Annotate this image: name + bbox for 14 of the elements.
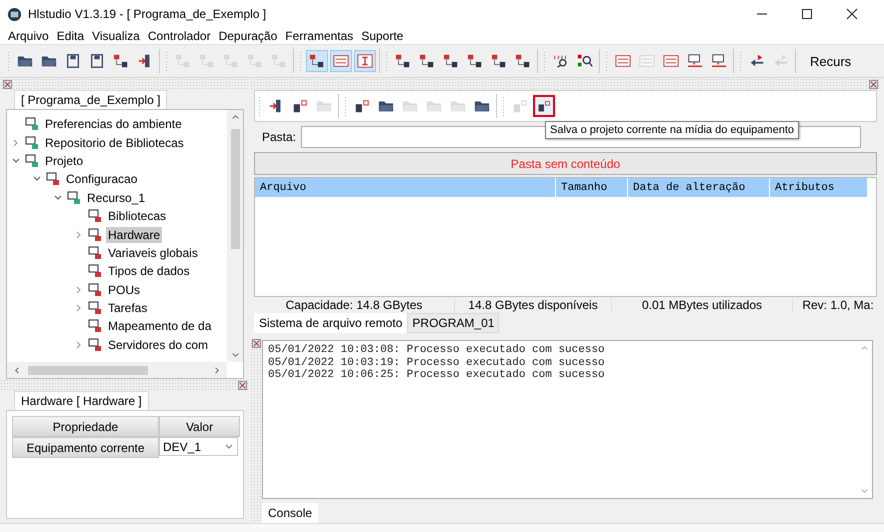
status-message: Pasta sem conteúdo: [254, 152, 877, 175]
property-name: Equipamento corrente: [12, 437, 159, 458]
column-header: Propriedade: [12, 416, 159, 437]
tooltip: Salva o projeto corrente na mídia do equipamento: [545, 121, 799, 139]
log-line: 05/01/2022 10:03:08: Processo executado com sucesso: [268, 344, 606, 356]
window-title: Hlstudio V1.3.19 - [ Programa_de_Exemplo ]: [28, 7, 266, 21]
status-field: Capacidade: 14.8 GBytes: [254, 298, 455, 312]
status-field: 14.8 GBytes disponíveis: [455, 298, 612, 312]
log-line: 05/01/2022 10:03:19: Processo executado com sucesso: [268, 356, 606, 369]
folder-label: Pasta:: [262, 130, 296, 144]
status-field: 0.01 MBytes utilizados: [612, 298, 793, 312]
column-header: Valor: [159, 416, 240, 437]
status-field: Rev: 1.0, Ma:: [793, 298, 877, 312]
log-line: 05/01/2022 10:06:25: Processo executado com sucesso: [268, 369, 606, 382]
